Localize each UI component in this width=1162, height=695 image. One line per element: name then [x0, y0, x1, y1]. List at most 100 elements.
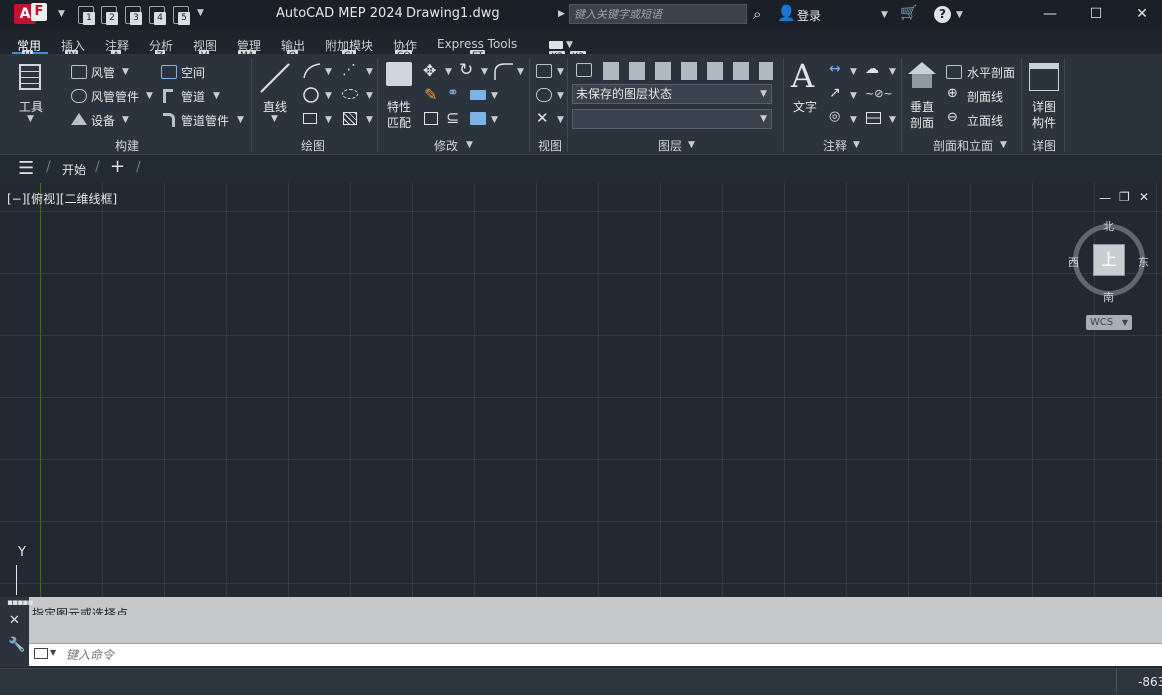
compass-west[interactable]: 西: [1068, 254, 1079, 270]
panel-title-modify[interactable]: 修改: [434, 137, 458, 154]
duct-fitting-chevron-icon[interactable]: ▼: [146, 91, 153, 101]
compass-north[interactable]: 北: [1103, 218, 1114, 234]
visual-style-chevron-icon[interactable]: ▼: [557, 91, 564, 101]
ribbon-options-chevron-icon[interactable]: ▼: [566, 40, 573, 50]
ribbon-minimize-icon[interactable]: [549, 41, 563, 49]
modify-panel-chevron-icon[interactable]: ▼: [466, 140, 473, 150]
line-icon[interactable]: [259, 62, 291, 94]
close-button[interactable]: ✕: [1132, 5, 1152, 23]
command-customize-wrench-icon[interactable]: 🔧: [8, 637, 25, 653]
array-icon[interactable]: [470, 112, 486, 125]
tools-icon[interactable]: [19, 64, 41, 90]
section-line-button[interactable]: 剖面线: [967, 88, 1003, 105]
layer-tools-icons[interactable]: [603, 62, 773, 80]
search-icon[interactable]: ⌕: [753, 5, 761, 23]
rotate-icon[interactable]: ↻: [459, 60, 473, 80]
panel-title-layers[interactable]: 图层: [658, 137, 682, 154]
rectangle-icon[interactable]: [303, 113, 317, 124]
pipe-chevron-icon[interactable]: ▼: [213, 91, 220, 101]
vertical-section-icon[interactable]: [906, 60, 938, 90]
elevation-line-icon[interactable]: ⊖: [947, 110, 958, 125]
horizontal-section-button[interactable]: 水平剖面: [967, 64, 1015, 81]
tools-chevron-icon[interactable]: ▼: [27, 114, 34, 124]
annotation-panel-chevron-icon[interactable]: ▼: [853, 140, 860, 150]
visual-style-icon[interactable]: [536, 88, 552, 102]
layers-panel-chevron-icon[interactable]: ▼: [688, 140, 695, 150]
menu-icon[interactable]: ☰: [18, 158, 34, 179]
pipe-fitting-icon[interactable]: [163, 113, 175, 127]
layer-state-select[interactable]: 未保存的图层状态 ▼: [572, 84, 772, 104]
line-button[interactable]: 直线: [263, 98, 287, 115]
leader-icon[interactable]: ↗: [829, 85, 841, 101]
leader-chevron-icon[interactable]: ▼: [850, 91, 857, 101]
recent-commands-chevron-icon[interactable]: ▼: [50, 648, 56, 657]
minimize-button[interactable]: —: [1040, 5, 1060, 23]
current-layer-chevron-icon[interactable]: ▼: [760, 110, 767, 128]
wcs-menu[interactable]: WCS ▼: [1086, 315, 1132, 330]
maximize-button[interactable]: ☐: [1086, 5, 1106, 23]
array-chevron-icon[interactable]: ▼: [491, 115, 498, 125]
tab-express-tools[interactable]: Express Tools: [437, 37, 517, 51]
panel-title-section[interactable]: 剖面和立面: [933, 137, 993, 154]
compass-east[interactable]: 东: [1138, 254, 1149, 270]
circle-icon[interactable]: [302, 86, 320, 104]
duct-fitting-icon[interactable]: [71, 89, 87, 103]
help-icon[interactable]: ?: [934, 6, 951, 23]
viewport-restore-icon[interactable]: ❐: [1119, 190, 1130, 204]
viewcube-top-face[interactable]: 上: [1093, 244, 1125, 276]
tools-button[interactable]: 工具: [19, 98, 43, 115]
panel-title-detail[interactable]: 详图: [1032, 137, 1056, 154]
tag-chevron-icon[interactable]: ▼: [850, 115, 857, 125]
dimension-chevron-icon[interactable]: ▼: [850, 67, 857, 77]
vertical-section-label-2[interactable]: 剖面: [910, 114, 934, 131]
duct-icon[interactable]: [71, 65, 87, 79]
command-input[interactable]: [64, 645, 1128, 665]
equipment-chevron-icon[interactable]: ▼: [122, 115, 129, 125]
detail-component-label-1[interactable]: 详图: [1032, 98, 1056, 115]
dimension-icon[interactable]: ↔: [829, 61, 841, 77]
command-grip-icon[interactable]: ▪▪▪▪▪: [7, 598, 33, 608]
text-icon[interactable]: A: [791, 57, 814, 95]
wcs-chevron-icon[interactable]: ▼: [1122, 315, 1128, 330]
move-icon[interactable]: ✥: [423, 61, 436, 80]
panel-title-build[interactable]: 构建: [115, 137, 139, 154]
rotate-chevron-icon[interactable]: ▼: [481, 67, 488, 77]
duct-button[interactable]: 风管: [91, 64, 115, 81]
elevation-line-button[interactable]: 立面线: [967, 112, 1003, 129]
drawing-canvas[interactable]: [0, 183, 1162, 597]
match-properties-label-1[interactable]: 特性: [387, 98, 411, 115]
rectangle-chevron-icon[interactable]: ▼: [325, 115, 332, 125]
app-menu-chevron-icon[interactable]: ▼: [58, 9, 65, 19]
compass-south[interactable]: 南: [1103, 289, 1114, 305]
pipe-fitting-button[interactable]: 管道管件: [181, 112, 229, 129]
duct-chevron-icon[interactable]: ▼: [122, 67, 129, 77]
text-button[interactable]: 文字: [793, 98, 817, 115]
table-icon[interactable]: [866, 112, 881, 124]
login-button[interactable]: 登录: [797, 7, 821, 24]
help-chevron-icon[interactable]: ▼: [956, 10, 963, 20]
copy-icon[interactable]: ⚭: [447, 85, 459, 101]
detail-component-icon[interactable]: [1029, 63, 1059, 91]
viewport-minimize-icon[interactable]: —: [1099, 191, 1111, 205]
erase-icon[interactable]: ✎: [424, 85, 437, 104]
equipment-button[interactable]: 设备: [91, 112, 115, 129]
fillet-icon[interactable]: [493, 62, 513, 80]
break-line-icon[interactable]: ~⊘~: [865, 87, 893, 100]
user-icon[interactable]: 👤: [777, 4, 796, 22]
hatch-icon[interactable]: [343, 112, 357, 125]
start-tab[interactable]: 开始: [62, 161, 86, 178]
view-manager-icon[interactable]: [536, 64, 552, 78]
search-expand-icon[interactable]: ▶: [558, 9, 565, 19]
space-button[interactable]: 空间: [181, 64, 205, 81]
cart-icon[interactable]: 🛒: [900, 5, 917, 21]
tag-icon[interactable]: ◎: [829, 109, 840, 124]
panel-title-annotation[interactable]: 注释: [823, 137, 847, 154]
command-close-icon[interactable]: ✕: [9, 613, 20, 628]
offset-icon[interactable]: ⊆: [446, 108, 459, 127]
section-panel-chevron-icon[interactable]: ▼: [1000, 140, 1007, 150]
ellipse-icon[interactable]: [342, 89, 358, 99]
polyline-chevron-icon[interactable]: ▼: [325, 67, 332, 77]
viewport-config-icon[interactable]: ✕: [536, 109, 549, 127]
match-properties-label-2[interactable]: 匹配: [387, 114, 411, 131]
hatch-chevron-icon[interactable]: ▼: [366, 115, 373, 125]
